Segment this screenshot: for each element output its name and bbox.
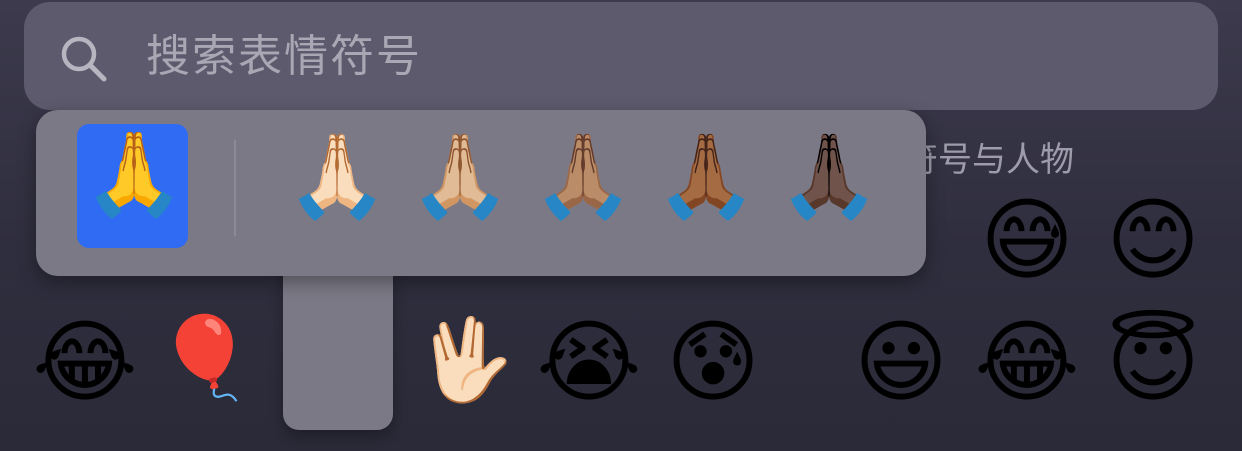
emoji-cell[interactable]: 😂 — [30, 318, 140, 418]
emoji-cell[interactable]: 😰 — [658, 318, 768, 418]
skin-tone-option-medium-dark[interactable]: 🙏🏾 — [655, 136, 757, 240]
emoji-cell[interactable]: 😅 — [972, 196, 1082, 296]
emoji-cell[interactable]: 😇 — [1098, 318, 1208, 418]
search-icon — [61, 36, 107, 82]
skin-tone-popup-stem — [283, 262, 393, 430]
emoji-cell[interactable]: 😭 — [534, 318, 644, 418]
skin-tone-divider — [234, 140, 236, 236]
skin-tone-option-light[interactable]: 🙏🏻 — [286, 136, 388, 240]
search-input[interactable]: 搜索表情符号 — [146, 28, 422, 86]
skin-tone-option-medium-light[interactable]: 🙏🏼 — [409, 136, 511, 240]
skin-tone-option-dark[interactable]: 🙏🏿 — [778, 136, 880, 240]
emoji-cell[interactable]: 🖖🏻 — [410, 320, 520, 420]
emoji-cell[interactable]: 😂 — [972, 318, 1082, 418]
skin-tone-option-default[interactable]: 🙏 — [83, 134, 185, 238]
skin-tone-option-medium[interactable]: 🙏🏽 — [532, 136, 634, 240]
emoji-cell[interactable]: 😃 — [846, 318, 956, 418]
emoji-cell[interactable]: 😊 — [1098, 196, 1208, 296]
emoji-cell[interactable]: 🎈 — [150, 318, 260, 418]
